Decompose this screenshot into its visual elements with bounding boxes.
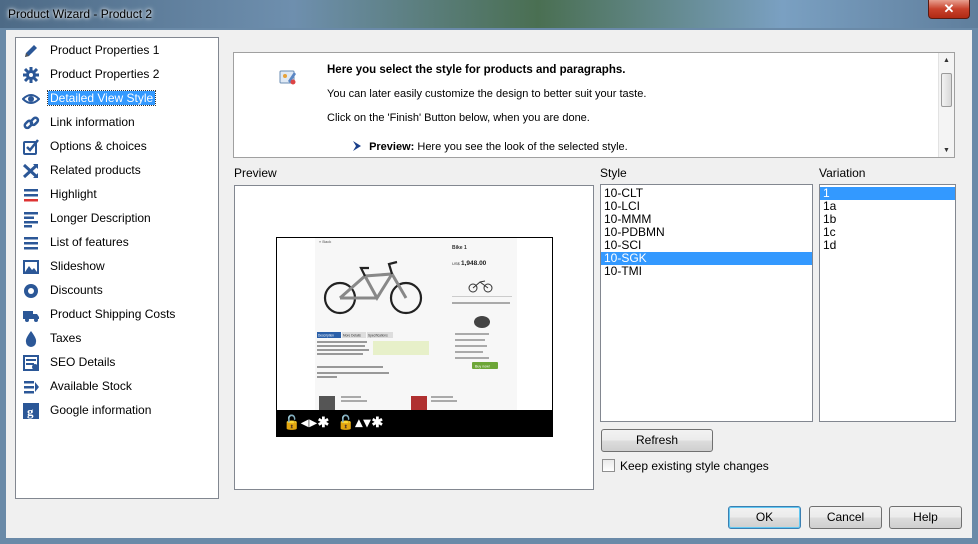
sidebar-item[interactable]: Product Properties 1 (20, 40, 216, 62)
sidebar-item-label: Product Properties 1 (50, 43, 160, 57)
sidebar-item-label: Detailed View Style (46, 90, 157, 106)
refresh-button[interactable]: Refresh (601, 429, 713, 452)
wizard-icon (279, 70, 296, 85)
google-icon: g (22, 402, 40, 420)
style-list[interactable]: 10-CLT 10-LCI 10-MMM 10-PDBMN 10-SCI 10-SGK 10… (600, 184, 813, 422)
close-button[interactable]: ✕ (928, 0, 970, 19)
sidebar-item[interactable]: Available Stock (20, 376, 216, 398)
bullet-text: Here you see the look of the selected st… (414, 141, 628, 153)
cancel-button[interactable]: Cancel (809, 506, 882, 529)
pencil-icon (22, 42, 40, 60)
sidebar-item-label: Available Stock (50, 379, 132, 393)
highlight-icon (22, 186, 40, 204)
scroll-down-icon[interactable]: ▼ (943, 147, 950, 154)
info-panel: Here you select the style for products a… (233, 52, 955, 158)
close-icon: ✕ (943, 1, 955, 16)
eye-icon (21, 90, 41, 108)
info-heading: Here you select the style for products a… (327, 64, 626, 76)
product-page-preview: « Back Description More Details Specific… (315, 238, 517, 412)
ok-button[interactable]: OK (728, 506, 801, 529)
sidebar-item-label: Highlight (50, 187, 97, 201)
bullet-label: Preview: (369, 141, 415, 153)
checkbox-icon (22, 138, 40, 156)
info-line-2: Click on the 'Finish' Button below, when… (327, 112, 590, 124)
seo-icon (22, 354, 40, 372)
variation-option[interactable]: 1b (820, 213, 955, 226)
style-preview-thumbnail: « Back Description More Details Specific… (276, 237, 553, 437)
sidebar-item-label: Taxes (50, 331, 82, 345)
sidebar-item[interactable]: SEO Details (20, 352, 216, 374)
text-lines-icon (22, 210, 40, 228)
vertical-lock-control[interactable]: 🔓▴▾✱ (337, 414, 384, 431)
svg-text:g: g (27, 404, 34, 419)
list-icon (22, 234, 40, 252)
dialog-client: Product Properties 1 Product Properties 2… (6, 30, 972, 538)
truck-icon (22, 306, 40, 324)
variation-option[interactable]: 1c (820, 226, 955, 239)
info-line-1: You can later easily customize the desig… (327, 88, 647, 100)
cross-arrows-icon (22, 162, 40, 180)
discount-badge-icon (22, 282, 40, 300)
sidebar-item-label: Product Properties 2 (50, 67, 160, 81)
help-button[interactable]: Help (889, 506, 962, 529)
style-option[interactable]: 10-TMI (601, 265, 812, 278)
scroll-thumb[interactable] (941, 73, 952, 107)
sidebar-item-label: Product Shipping Costs (50, 307, 176, 321)
svg-text:« Back: « Back (319, 239, 331, 244)
sidebar-item-label: List of features (50, 235, 129, 249)
thumb-tab-2: More Details (343, 334, 361, 338)
sidebar-item-label: Related products (50, 163, 141, 177)
sidebar-item[interactable]: Longer Description (20, 208, 216, 230)
sidebar-item[interactable]: Highlight (20, 184, 216, 206)
scroll-up-icon[interactable]: ▲ (943, 57, 950, 64)
sidebar-item[interactable]: Slideshow (20, 256, 216, 278)
thumb-price: 1,948.00 (461, 260, 487, 267)
wizard-nav: Product Properties 1 Product Properties 2… (15, 37, 219, 499)
sidebar-item[interactable]: g Google information (20, 400, 216, 422)
info-bullet: Preview: Here you see the look of the se… (352, 141, 628, 153)
sidebar-item-label: Slideshow (50, 259, 105, 273)
variation-label: Variation (819, 166, 866, 180)
window-title: Product Wizard - Product 2 (8, 7, 153, 21)
variation-option[interactable]: 1a (820, 200, 955, 213)
keep-changes-checkbox[interactable] (602, 459, 615, 472)
drop-icon (22, 330, 40, 348)
sidebar-item[interactable]: Product Properties 2 (20, 64, 216, 86)
sidebar-item[interactable]: Detailed View Style (20, 88, 216, 110)
sidebar-item-label: SEO Details (50, 355, 116, 369)
sidebar-item[interactable]: Options & choices (20, 136, 216, 158)
thumb-tab-1: Description (318, 334, 334, 338)
sidebar-item[interactable]: List of features (20, 232, 216, 254)
sidebar-item-label: Longer Description (50, 211, 151, 225)
sidebar-item-label: Google information (50, 403, 152, 417)
sidebar-item-label: Discounts (50, 283, 103, 297)
thumb-currency: US$ (452, 261, 461, 266)
preview-label: Preview (234, 166, 277, 180)
arrow-bullet-icon (353, 141, 361, 151)
preview-controls-bar: 🔓◂▸✱ 🔓▴▾✱ (277, 410, 552, 436)
image-icon (22, 258, 40, 276)
sidebar-item-label: Options & choices (50, 139, 147, 153)
info-scrollbar[interactable]: ▲ ▼ (938, 53, 954, 157)
thumb-tab-3: Specifications (368, 334, 388, 338)
titlebar[interactable]: Product Wizard - Product 2 ✕ (0, 0, 978, 28)
variation-option[interactable]: 1 (820, 187, 955, 200)
sidebar-item-label: Link information (50, 115, 135, 129)
sidebar-item[interactable]: Product Shipping Costs (20, 304, 216, 326)
thumb-buy-button: Buy now! (475, 365, 490, 369)
gear-icon (22, 66, 40, 84)
preview-area: « Back Description More Details Specific… (234, 185, 594, 490)
sidebar-item[interactable]: Related products (20, 160, 216, 182)
sidebar-item[interactable]: Link information (20, 112, 216, 134)
horizontal-lock-control[interactable]: 🔓◂▸✱ (283, 414, 330, 431)
stock-icon (22, 378, 40, 396)
variation-option[interactable]: 1d (820, 239, 955, 252)
style-label: Style (600, 166, 627, 180)
thumb-product-name: Bike 1 (452, 245, 467, 251)
link-icon (22, 114, 40, 132)
sidebar-item[interactable]: Taxes (20, 328, 216, 350)
keep-changes-label: Keep existing style changes (620, 459, 769, 473)
variation-list[interactable]: 1 1a 1b 1c 1d (819, 184, 956, 422)
sidebar-item[interactable]: Discounts (20, 280, 216, 302)
